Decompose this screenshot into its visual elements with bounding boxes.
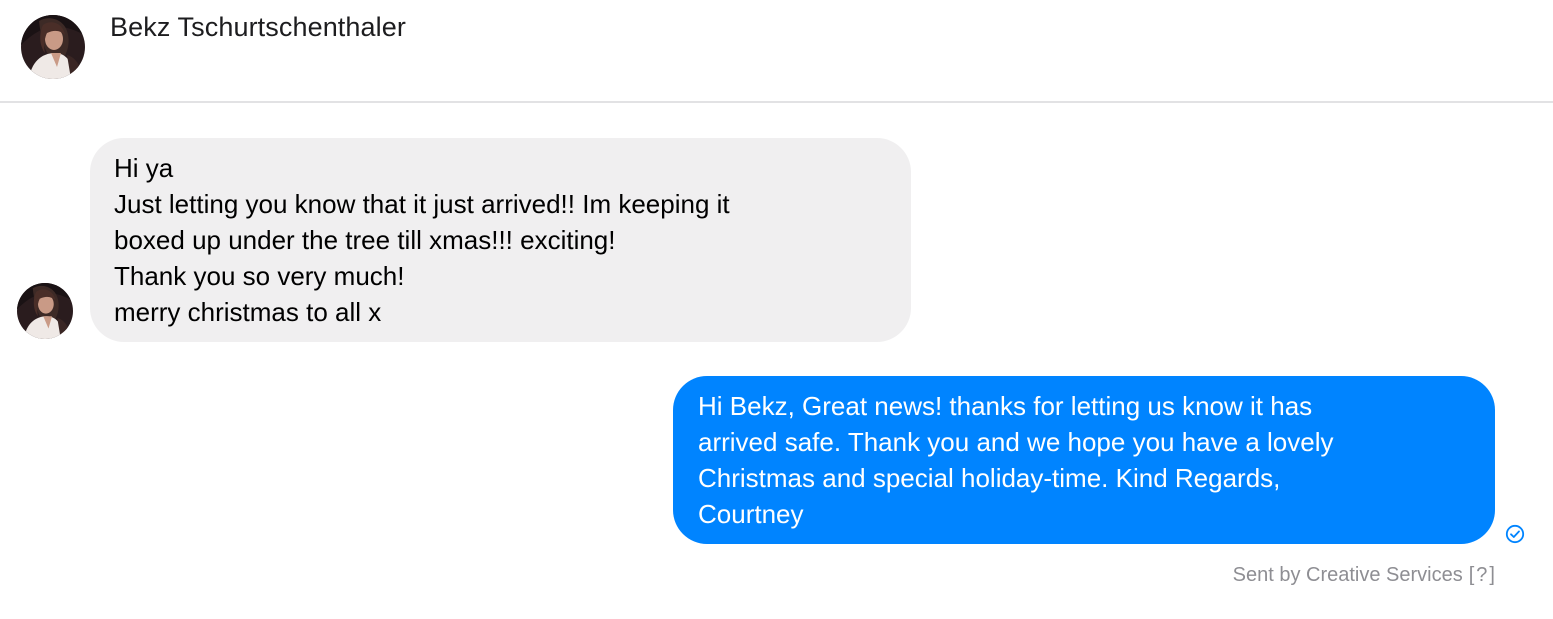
conversation-header: Bekz Tschurtschenthaler: [0, 0, 1553, 103]
sent-by-note: Sent by Creative Services [?]: [1233, 562, 1497, 588]
incoming-message[interactable]: Hi ya Just letting you know that it just…: [90, 138, 911, 342]
sender-avatar[interactable]: [17, 283, 73, 339]
check-circle-icon: [1505, 524, 1525, 544]
avatar-photo: [17, 283, 73, 339]
contact-name[interactable]: Bekz Tschurtschenthaler: [110, 11, 406, 43]
sent-by-label: Sent by Creative Services: [1232, 564, 1463, 586]
messenger-conversation: Bekz Tschurtschenthaler Hi ya Just letti…: [0, 0, 1553, 619]
contact-avatar[interactable]: [21, 15, 85, 79]
help-link[interactable]: [?]: [1469, 564, 1497, 586]
outgoing-message[interactable]: Hi Bekz, Great news! thanks for letting …: [673, 376, 1495, 544]
avatar-photo: [21, 15, 85, 79]
